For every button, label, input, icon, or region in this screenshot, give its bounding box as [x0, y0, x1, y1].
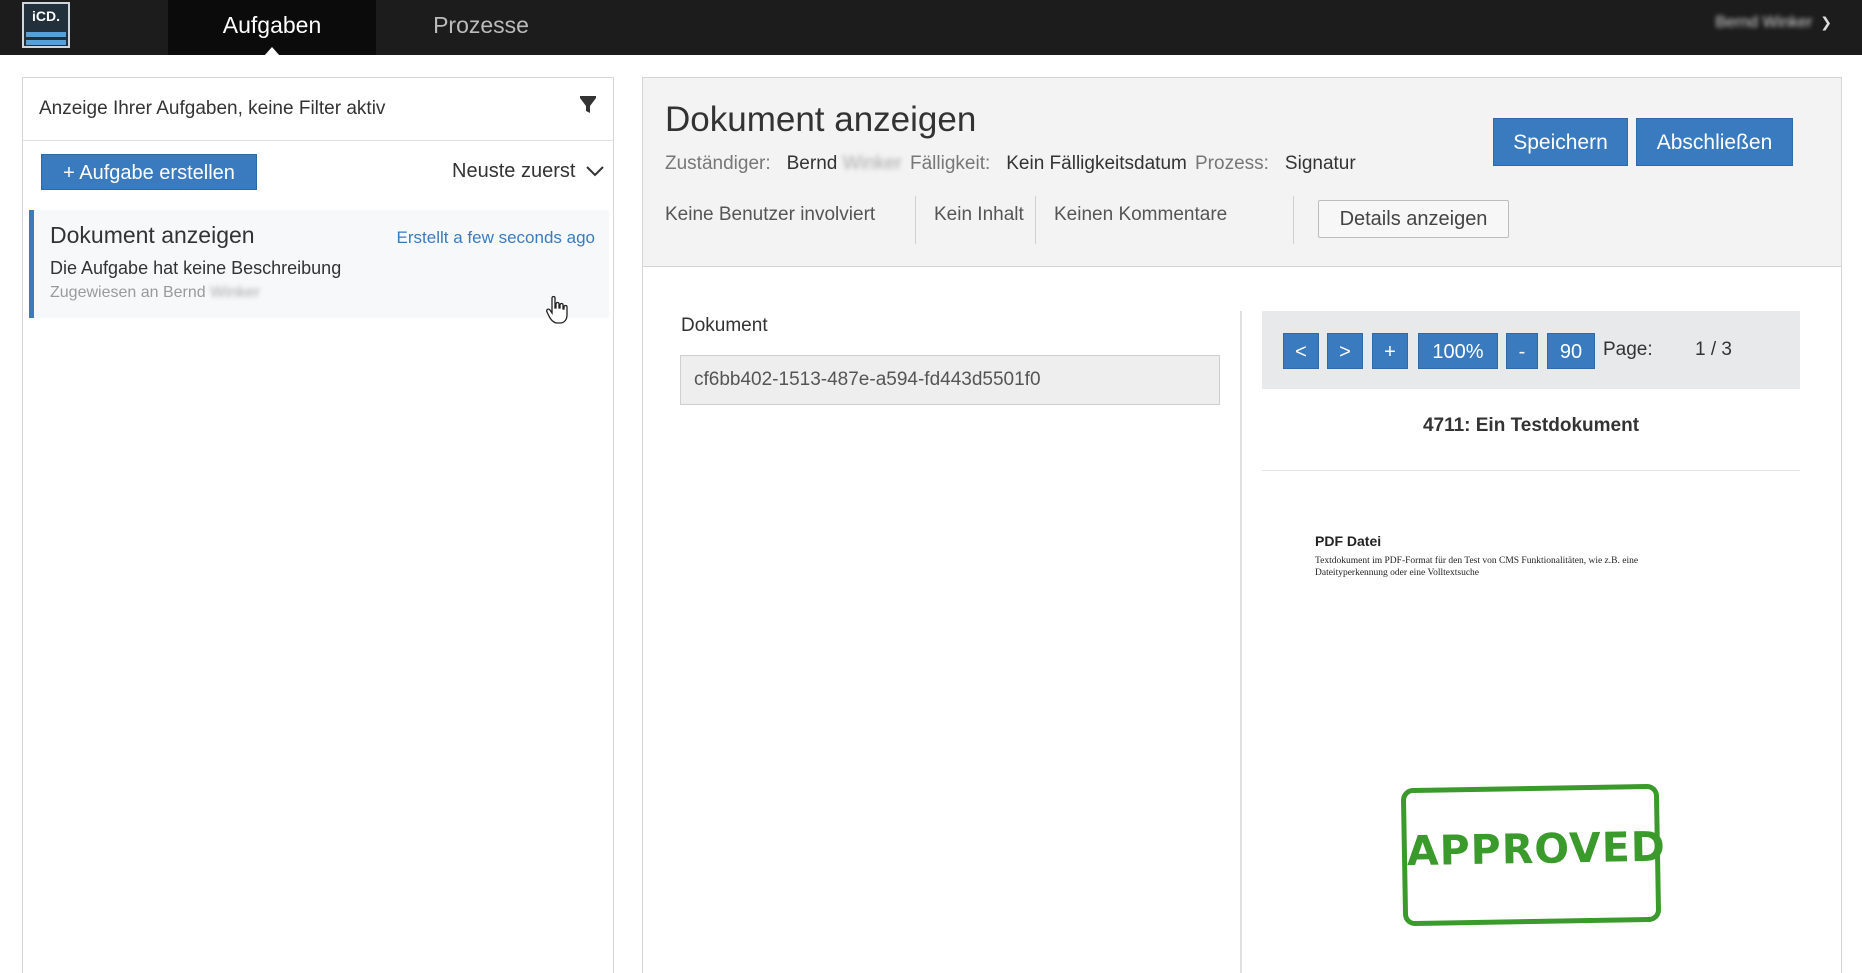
due-meta: Fälligkeit: Kein Fälligkeitsdatum	[910, 153, 1187, 175]
top-navbar: iCD. Aufgaben Prozesse Bernd Winker ❯	[0, 0, 1862, 56]
task-assignee: Zugewiesen an Bernd Winker	[50, 284, 260, 302]
assignee-meta: Zuständiger: Bernd Winker	[665, 153, 902, 175]
task-title: Dokument anzeigen	[50, 222, 255, 248]
filter-icon[interactable]	[579, 96, 597, 121]
user-name: Bernd Winker	[1715, 14, 1813, 31]
due-label: Fälligkeit:	[910, 153, 991, 174]
assignee-surname: Winker	[842, 153, 902, 174]
prev-page-button[interactable]: <	[1283, 333, 1319, 369]
logo-bar	[26, 40, 66, 45]
task-created-time: Erstellt a few seconds ago	[396, 228, 595, 247]
divider	[1240, 311, 1242, 973]
divider	[1262, 470, 1800, 471]
create-task-button[interactable]: + Aufgabe erstellen	[41, 154, 257, 190]
pdf-document-title: 4711: Ein Testdokument	[1422, 415, 1640, 436]
assignee-prefix: Zugewiesen an Bernd	[50, 284, 206, 301]
tab-prozesse[interactable]: Prozesse	[408, 0, 554, 55]
assignee-surname: Winker	[210, 284, 260, 301]
user-menu[interactable]: Bernd Winker ❯	[1715, 14, 1832, 32]
pdf-body-text: Textdokument im PDF-Format für den Test …	[1315, 556, 1639, 578]
process-value: Signatur	[1284, 153, 1356, 174]
stamp-text: APPROVED	[1406, 822, 1667, 876]
assignee-first: Bernd	[786, 153, 838, 174]
pdf-heading: PDF Datei	[1315, 533, 1382, 549]
task-description: Die Aufgabe hat keine Beschreibung	[50, 258, 342, 278]
involved-users-tab[interactable]: Keine Benutzer involviert	[665, 204, 875, 226]
task-list-item[interactable]: Dokument anzeigen Erstellt a few seconds…	[29, 210, 609, 318]
show-details-button[interactable]: Details anzeigen	[1318, 200, 1509, 238]
zoom-level-button[interactable]: 100%	[1418, 333, 1498, 369]
zoom-in-button[interactable]: +	[1372, 333, 1408, 369]
assignee-label: Zuständiger:	[665, 153, 771, 174]
chevron-down-icon: ❯	[1820, 14, 1832, 30]
process-label: Prozess:	[1195, 153, 1269, 174]
due-value: Kein Fälligkeitsdatum	[1006, 153, 1187, 174]
task-list-panel: Anzeige Ihrer Aufgaben, keine Filter akt…	[22, 77, 614, 973]
page-title: Dokument anzeigen	[665, 100, 977, 139]
document-id-field[interactable]: cf6bb402-1513-487e-a594-fd443d5501f0	[680, 355, 1220, 405]
page-label: Page:	[1603, 339, 1653, 360]
zoom-out-button[interactable]: -	[1506, 333, 1538, 369]
rotate-button[interactable]: 90	[1547, 333, 1595, 369]
divider	[915, 196, 916, 244]
pdf-viewer-toolbar: < > + 100% - 90 Page: 1 / 3	[1262, 311, 1800, 389]
task-detail-panel: Dokument anzeigen Zuständiger: Bernd Wink…	[642, 77, 1842, 973]
finish-button[interactable]: Abschließen	[1636, 118, 1793, 166]
sort-label: Neuste zuerst	[452, 160, 576, 182]
logo-text: iCD.	[32, 8, 60, 24]
filter-bar: Anzeige Ihrer Aufgaben, keine Filter akt…	[23, 78, 613, 141]
page-indicator: 1 / 3	[1695, 339, 1732, 360]
app-logo[interactable]: iCD.	[22, 2, 70, 48]
next-page-button[interactable]: >	[1327, 333, 1363, 369]
hand-cursor-icon	[545, 295, 569, 330]
tab-aufgaben[interactable]: Aufgaben	[168, 0, 376, 56]
divider	[1293, 196, 1294, 244]
approved-stamp: APPROVED	[1400, 783, 1667, 927]
content-tab[interactable]: Kein Inhalt	[934, 204, 1024, 226]
save-button[interactable]: Speichern	[1493, 118, 1628, 166]
process-meta: Prozess: Signatur	[1195, 153, 1356, 175]
chevron-down-icon	[586, 166, 604, 177]
detail-header: Dokument anzeigen Zuständiger: Bernd Wink…	[643, 78, 1841, 267]
sort-dropdown[interactable]: Neuste zuerst	[452, 160, 605, 183]
divider	[1035, 196, 1036, 244]
logo-bar	[26, 32, 66, 37]
filter-status-text: Anzeige Ihrer Aufgaben, keine Filter akt…	[39, 98, 386, 119]
document-field-label: Dokument	[681, 315, 768, 336]
comments-tab[interactable]: Keinen Kommentare	[1054, 204, 1227, 226]
